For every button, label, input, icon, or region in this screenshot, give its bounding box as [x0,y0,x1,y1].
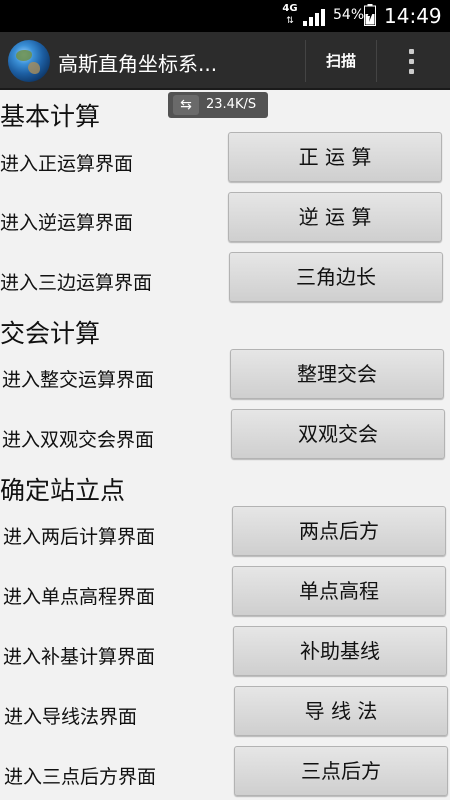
row-label: 进入三点后方界面 [4,766,157,788]
row-label: 进入导线法界面 [4,706,138,728]
sync-icon: ⇆ [173,95,199,115]
globe-land [16,50,32,61]
network-speed-value: 23.4K/S [206,97,257,112]
row-label: 进入双观交会界面 [2,429,155,451]
single-point-elevation-button[interactable]: 单点高程 [232,566,446,616]
more-vert-icon [409,49,414,54]
three-point-resection-button[interactable]: 三点后方 [234,746,448,796]
signal-icon [303,9,325,26]
triangle-sides-button[interactable]: 三角边长 [229,252,443,302]
battery-percentage: 54% [333,7,365,23]
data-activity-icon: ⇅ [286,16,294,26]
traverse-method-button[interactable]: 导 线 法 [234,686,448,736]
battery-charging-icon [364,4,376,26]
more-vert-icon [409,69,414,74]
section-title-basic: 基本计算 [0,102,101,131]
status-bar: 4G ⇅ 54% 14:49 [0,0,450,32]
clock: 14:49 [384,4,442,28]
globe-icon[interactable] [8,40,50,82]
scan-button[interactable]: 扫描 [305,40,377,82]
network-speed-overlay: ⇆ 23.4K/S [168,92,268,118]
intersection-adjust-button[interactable]: 整理交会 [230,349,444,399]
more-vert-icon [409,59,414,64]
section-title-intersection: 交会计算 [0,319,101,348]
forward-calc-button[interactable]: 正 运 算 [228,132,442,182]
row-label: 进入补基计算界面 [3,646,156,668]
row-label: 进入两后计算界面 [3,526,156,548]
two-point-resection-button[interactable]: 两点后方 [232,506,446,556]
row-label: 进入正运算界面 [0,153,134,175]
auxiliary-baseline-button[interactable]: 补助基线 [233,626,447,676]
overflow-menu-button[interactable] [392,40,432,82]
dual-observation-button[interactable]: 双观交会 [231,409,445,459]
globe-land [28,62,40,74]
section-title-station: 确定站立点 [0,476,126,505]
row-label: 进入单点高程界面 [3,586,156,608]
app-title: 高斯直角坐标系... [58,52,218,76]
row-label: 进入三边运算界面 [0,272,153,294]
action-bar: 高斯直角坐标系... 扫描 [0,32,450,90]
row-label: 进入整交运算界面 [2,369,155,391]
inverse-calc-button[interactable]: 逆 运 算 [228,192,442,242]
row-label: 进入逆运算界面 [0,212,134,234]
network-type: 4G [282,3,298,14]
